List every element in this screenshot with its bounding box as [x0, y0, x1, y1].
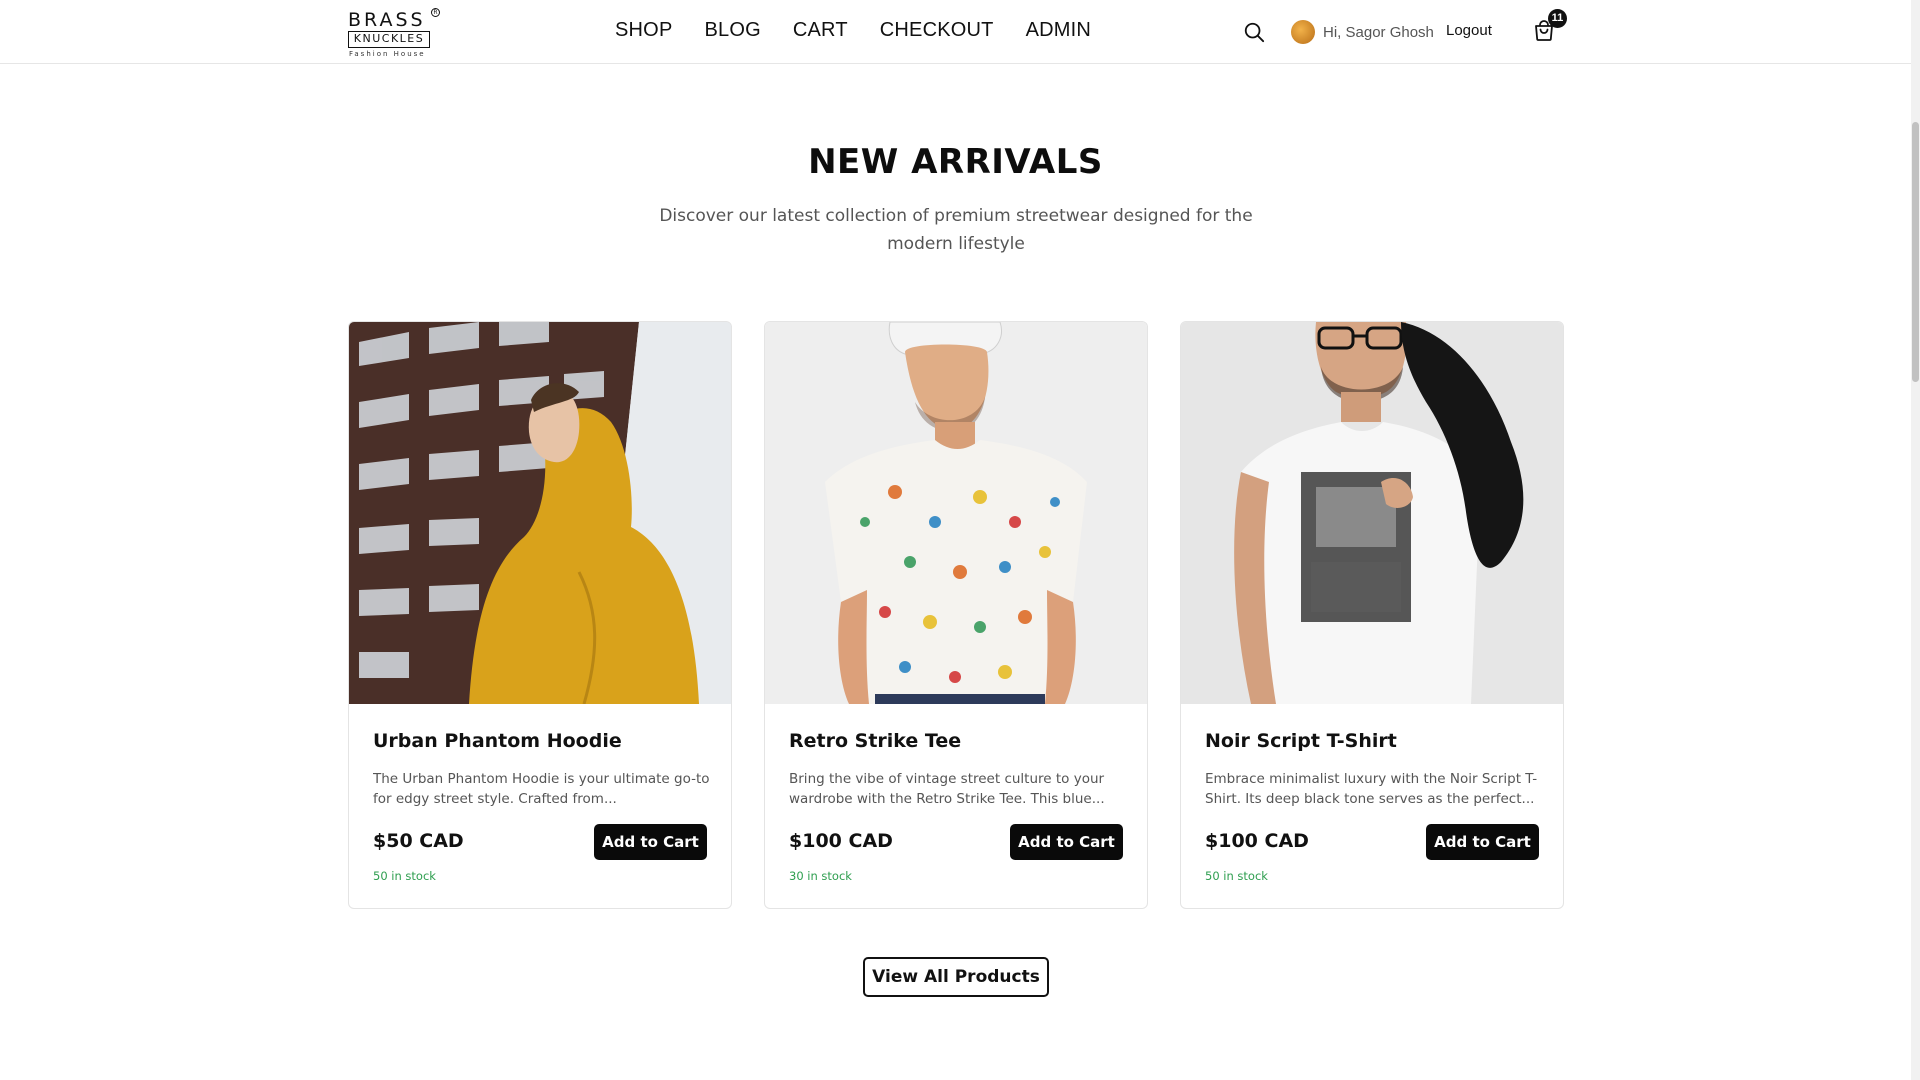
product-image-noir-tee[interactable]: [1181, 322, 1563, 704]
user-greeting: Hi, Sagor Ghosh: [1323, 23, 1434, 41]
view-all-products-button[interactable]: View All Products: [863, 957, 1049, 997]
stock-status: 50 in stock: [373, 869, 436, 883]
logo-knuckles: KNUCKLES: [348, 31, 430, 48]
product-card[interactable]: Urban Phantom Hoodie The Urban Phantom H…: [348, 321, 732, 909]
product-image-hoodie[interactable]: [349, 322, 731, 704]
nav-admin[interactable]: ADMIN: [1026, 19, 1091, 42]
product-price: $50 CAD: [373, 830, 464, 852]
product-name[interactable]: Urban Phantom Hoodie: [373, 730, 622, 752]
add-to-cart-button[interactable]: Add to Cart: [1010, 824, 1123, 860]
brand-logo[interactable]: BRASS R KNUCKLES Fashion House: [348, 8, 440, 59]
scrollbar-thumb[interactable]: [1912, 122, 1919, 382]
logout-link[interactable]: Logout: [1446, 22, 1492, 39]
main-nav: SHOP BLOG CART CHECKOUT ADMIN: [615, 19, 1123, 42]
nav-checkout[interactable]: CHECKOUT: [880, 19, 994, 42]
product-card[interactable]: Noir Script T-Shirt Embrace minimalist l…: [1180, 321, 1564, 909]
product-name[interactable]: Retro Strike Tee: [789, 730, 961, 752]
add-to-cart-button[interactable]: Add to Cart: [594, 824, 707, 860]
site-header: BRASS R KNUCKLES Fashion House SHOP BLOG…: [0, 0, 1911, 64]
product-price: $100 CAD: [1205, 830, 1309, 852]
user-menu[interactable]: Hi, Sagor Ghosh: [1291, 20, 1434, 44]
product-description: Embrace minimalist luxury with the Noir …: [1205, 771, 1538, 807]
avatar: [1291, 20, 1315, 44]
nav-cart[interactable]: CART: [793, 19, 848, 42]
logo-brass: BRASS: [348, 9, 426, 31]
section-title: NEW ARRIVALS: [808, 142, 1103, 182]
product-description: Bring the vibe of vintage street culture…: [789, 771, 1105, 807]
stock-status: 30 in stock: [789, 869, 852, 883]
search-icon[interactable]: [1243, 21, 1265, 43]
product-card[interactable]: Retro Strike Tee Bring the vibe of vinta…: [764, 321, 1148, 909]
add-to-cart-button[interactable]: Add to Cart: [1426, 824, 1539, 860]
section-subtitle: Discover our latest collection of premiu…: [659, 206, 1253, 254]
product-name[interactable]: Noir Script T-Shirt: [1205, 730, 1397, 752]
stock-status: 50 in stock: [1205, 869, 1268, 883]
product-description: The Urban Phantom Hoodie is your ultimat…: [373, 771, 710, 807]
nav-shop[interactable]: SHOP: [615, 19, 672, 42]
product-image-retro-tee[interactable]: [765, 322, 1147, 704]
nav-blog[interactable]: BLOG: [704, 19, 760, 42]
cart-count-badge: 11: [1548, 9, 1567, 28]
product-price: $100 CAD: [789, 830, 893, 852]
logo-tagline: Fashion House: [349, 50, 426, 58]
registered-mark: R: [431, 8, 440, 17]
